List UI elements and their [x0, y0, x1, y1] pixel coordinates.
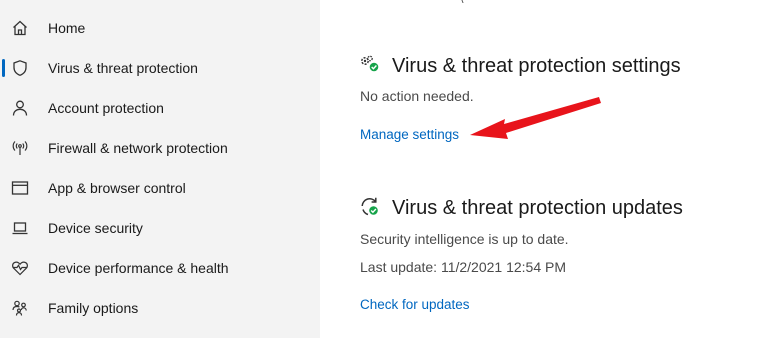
sidebar-item-label: Account protection	[48, 100, 164, 116]
sidebar-item-virus-threat-protection[interactable]: Virus & threat protection	[0, 48, 320, 88]
sidebar-item-account-protection[interactable]: Account protection	[0, 88, 320, 128]
manage-settings-link[interactable]: Manage settings	[360, 127, 459, 142]
sidebar-item-home[interactable]: Home	[0, 8, 320, 48]
sidebar-item-label: Firewall & network protection	[48, 140, 228, 156]
browser-window-icon	[11, 179, 29, 197]
settings-status-text: No action needed.	[360, 88, 474, 104]
heart-pulse-icon	[11, 259, 29, 277]
sidebar-nav: Home Virus & threat protection Account p…	[0, 0, 320, 338]
sidebar-item-label: Home	[48, 20, 86, 36]
gears-check-icon	[359, 54, 381, 76]
family-icon	[11, 299, 29, 317]
sidebar-item-family-options[interactable]: Family options	[0, 288, 320, 328]
sidebar-item-app-browser-control[interactable]: App & browser control	[0, 168, 320, 208]
updates-section-title: Virus & threat protection updates	[392, 197, 683, 219]
sidebar-item-label: Device security	[48, 220, 143, 236]
antenna-icon	[11, 139, 29, 157]
active-indicator	[2, 59, 5, 77]
home-icon	[11, 19, 29, 37]
sidebar-item-device-performance[interactable]: Device performance & health	[0, 248, 320, 288]
check-for-updates-link[interactable]: Check for updates	[360, 297, 470, 312]
settings-section-title: Virus & threat protection settings	[392, 55, 681, 77]
sidebar-item-label: App & browser control	[48, 180, 186, 196]
sidebar-item-label: Family options	[48, 300, 139, 316]
sidebar-item-label: Device performance & health	[48, 260, 229, 276]
sidebar-item-label: Virus & threat protection	[48, 60, 198, 76]
red-arrow-pointer-icon	[470, 97, 601, 139]
cutoff-glyph	[461, 0, 470, 3]
shield-icon	[11, 59, 29, 77]
person-icon	[11, 99, 29, 117]
laptop-icon	[11, 219, 29, 237]
sidebar-item-device-security[interactable]: Device security	[0, 208, 320, 248]
security-intelligence-status: Security intelligence is up to date.	[360, 231, 569, 247]
sidebar-item-firewall[interactable]: Firewall & network protection	[0, 128, 320, 168]
refresh-check-icon	[359, 196, 381, 218]
last-update-text: Last update: 11/2/2021 12:54 PM	[360, 259, 567, 275]
